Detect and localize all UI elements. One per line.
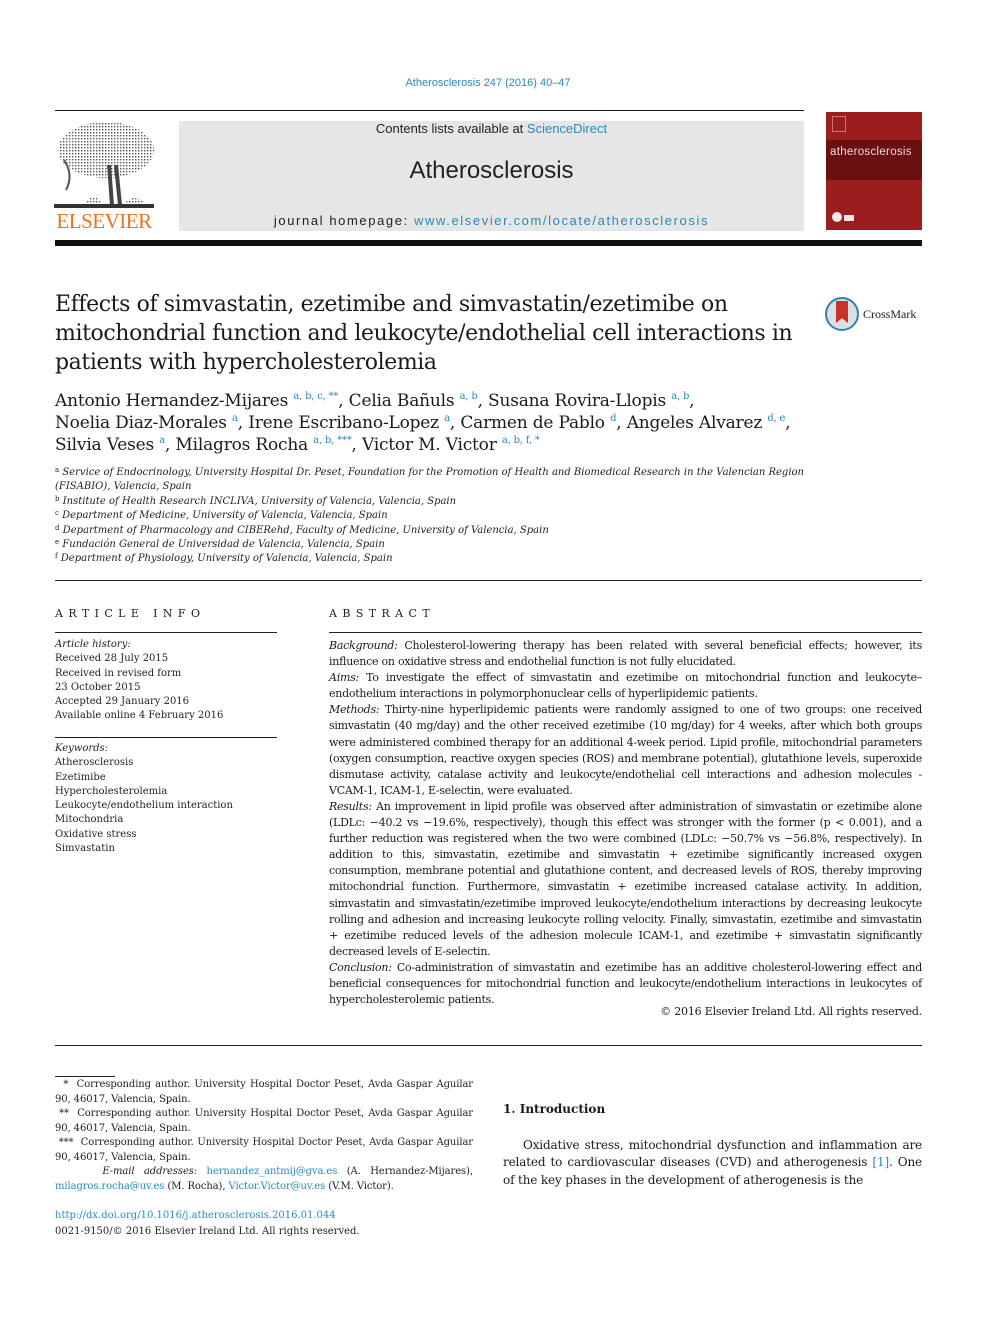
abstract-methods: Methods: Thirty-nine hyperlipidemic pati… xyxy=(329,703,922,797)
journal-citation-link[interactable]: Atherosclerosis 247 (2016) 40–47 xyxy=(0,77,976,89)
article-history-label: Article history: xyxy=(55,639,131,650)
author-affiliation-link[interactable]: d, e xyxy=(767,413,785,424)
email-link[interactable]: Victor.Victor@uv.es xyxy=(229,1181,326,1192)
abstract-body: Background: Cholesterol-lowering therapy… xyxy=(329,638,922,1008)
affiliation-list: a Service of Endocrinology, University H… xyxy=(55,466,815,567)
keyword: Atherosclerosis xyxy=(55,757,134,769)
issn-copyright: 0021-9150/© 2016 Elsevier Ireland Ltd. A… xyxy=(55,1226,360,1237)
contents-prefix: Contents lists available at xyxy=(375,121,527,136)
sciencedirect-link[interactable]: ScienceDirect xyxy=(527,121,607,136)
introduction-heading: 1. Introduction xyxy=(503,1102,606,1116)
keyword: Oxidative stress xyxy=(55,828,137,840)
author-affiliation-link[interactable]: a, b, *** xyxy=(313,435,351,446)
history-item: Available online 4 February 2016 xyxy=(55,710,224,722)
journal-masthead: Contents lists available at ScienceDirec… xyxy=(179,121,804,231)
journal-homepage-link[interactable]: www.elsevier.com/locate/atherosclerosis xyxy=(414,213,709,228)
abstract-rule xyxy=(329,632,922,633)
abstract-bottom-rule xyxy=(55,1045,922,1046)
homepage-prefix: journal homepage: xyxy=(273,213,415,228)
cover-title: atherosclerosis xyxy=(830,146,912,158)
corresponding-author-note: ** Corresponding author. University Hosp… xyxy=(55,1108,473,1134)
homepage-line: journal homepage: www.elsevier.com/locat… xyxy=(179,213,804,228)
abstract-copyright: © 2016 Elsevier Ireland Ltd. All rights … xyxy=(660,1005,922,1018)
crossmark-button[interactable]: CrossMark xyxy=(823,295,923,337)
footnote-rule xyxy=(55,1076,115,1077)
author[interactable]: Irene Escribano-Lopez a xyxy=(248,413,450,433)
cover-elsevier-mark-icon xyxy=(832,116,846,132)
author[interactable]: Angeles Alvarez d, e xyxy=(627,413,786,433)
abstract-results: Results: An improvement in lipid profile… xyxy=(329,799,922,958)
article-history: Article history: Received 28 July 2015 R… xyxy=(55,638,285,724)
introduction-paragraph: Oxidative stress, mitochondrial dysfunct… xyxy=(503,1138,922,1187)
author-affiliation-link[interactable]: a, b, c, ** xyxy=(293,391,338,402)
history-item: Received in revised form xyxy=(55,667,182,679)
author-affiliation-link[interactable]: a, b xyxy=(460,391,478,402)
article-title: Effects of simvastatin, ezetimibe and si… xyxy=(55,292,793,375)
affiliation: d Department of Pharmacology and CIBEReh… xyxy=(55,523,549,536)
keyword: Leukocyte/endothelium interaction xyxy=(55,800,233,812)
corresponding-author-note: *** Corresponding author. University Hos… xyxy=(55,1137,473,1163)
author-affiliation-link[interactable]: a, b, f, * xyxy=(502,435,540,446)
history-item: 23 October 2015 xyxy=(55,681,141,693)
keyword-list: Keywords: Atherosclerosis Ezetimibe Hype… xyxy=(55,742,285,856)
history-item: Accepted 29 January 2016 xyxy=(55,696,190,708)
author[interactable]: Milagros Rocha a, b, *** xyxy=(175,435,351,455)
cover-society-logo-icon xyxy=(832,212,842,222)
history-item: Received 28 July 2015 xyxy=(55,653,169,665)
doi-link[interactable]: http://dx.doi.org/10.1016/j.atherosclero… xyxy=(55,1210,336,1221)
affiliation: b Institute of Health Research INCLIVA, … xyxy=(55,494,457,507)
abstract-conclusion: Conclusion: Co-administration of simvast… xyxy=(329,960,923,1007)
email-link[interactable]: milagros.rocha@uv.es xyxy=(55,1181,164,1192)
author-list: Antonio Hernandez-Mijares a, b, c, **, C… xyxy=(55,391,791,455)
contents-line: Contents lists available at ScienceDirec… xyxy=(179,121,804,136)
author-affiliation-link[interactable]: a, b xyxy=(671,391,689,402)
header-thick-rule xyxy=(55,240,922,246)
elsevier-wordmark: ELSEVIER xyxy=(56,209,152,233)
cover-publisher-logo-icon xyxy=(844,215,854,221)
abstract-heading: ABSTRACT xyxy=(329,607,436,620)
footnotes: * Corresponding author. University Hospi… xyxy=(55,1078,473,1194)
journal-name: Atherosclerosis xyxy=(409,157,574,184)
affiliation-rule xyxy=(55,580,922,581)
elsevier-logo[interactable]: ELSEVIER xyxy=(52,118,156,234)
keyword: Simvastatin xyxy=(55,843,115,855)
article-info-rule xyxy=(55,632,277,633)
corresponding-author-note: * Corresponding author. University Hospi… xyxy=(55,1079,473,1105)
keywords-label: Keywords: xyxy=(55,743,109,754)
author[interactable]: Antonio Hernandez-Mijares a, b, c, ** xyxy=(55,391,338,411)
email-link[interactable]: hernandez_antmij@gva.es xyxy=(207,1166,338,1177)
reference-link[interactable]: [1] xyxy=(872,1155,889,1169)
abstract-aims: Aims: To investigate the effect of simva… xyxy=(329,671,923,701)
author[interactable]: Susana Rovira-Llopis a, b xyxy=(488,391,689,411)
author[interactable]: Celia Bañuls a, b xyxy=(349,391,478,411)
keyword: Hypercholesterolemia xyxy=(55,785,168,797)
keyword: Mitochondria xyxy=(55,814,124,826)
crossmark-label: CrossMark xyxy=(863,307,917,321)
author[interactable]: Silvia Veses a xyxy=(55,435,165,455)
journal-cover-image[interactable]: atherosclerosis xyxy=(826,112,922,230)
elsevier-tree-icon xyxy=(54,122,154,208)
abstract-background: Background: Cholesterol-lowering therapy… xyxy=(329,639,922,669)
keywords-rule xyxy=(55,737,277,738)
author[interactable]: Noelia Diaz-Morales a xyxy=(55,413,238,433)
author[interactable]: Carmen de Pablo d xyxy=(460,413,616,433)
article-info-heading: ARTICLE INFO xyxy=(55,607,206,620)
email-addresses: E-mail addresses: hernandez_antmij@gva.e… xyxy=(55,1166,473,1192)
header-rule xyxy=(55,110,804,111)
affiliation: a Service of Endocrinology, University H… xyxy=(55,466,804,493)
keyword: Ezetimibe xyxy=(55,771,106,783)
author[interactable]: Victor M. Victor a, b, f, * xyxy=(362,435,540,455)
affiliation: f Department of Physiology, University o… xyxy=(55,552,393,565)
affiliation: e Fundación General de Universidad de Va… xyxy=(55,538,385,551)
affiliation: c Department of Medicine, University of … xyxy=(55,509,388,522)
